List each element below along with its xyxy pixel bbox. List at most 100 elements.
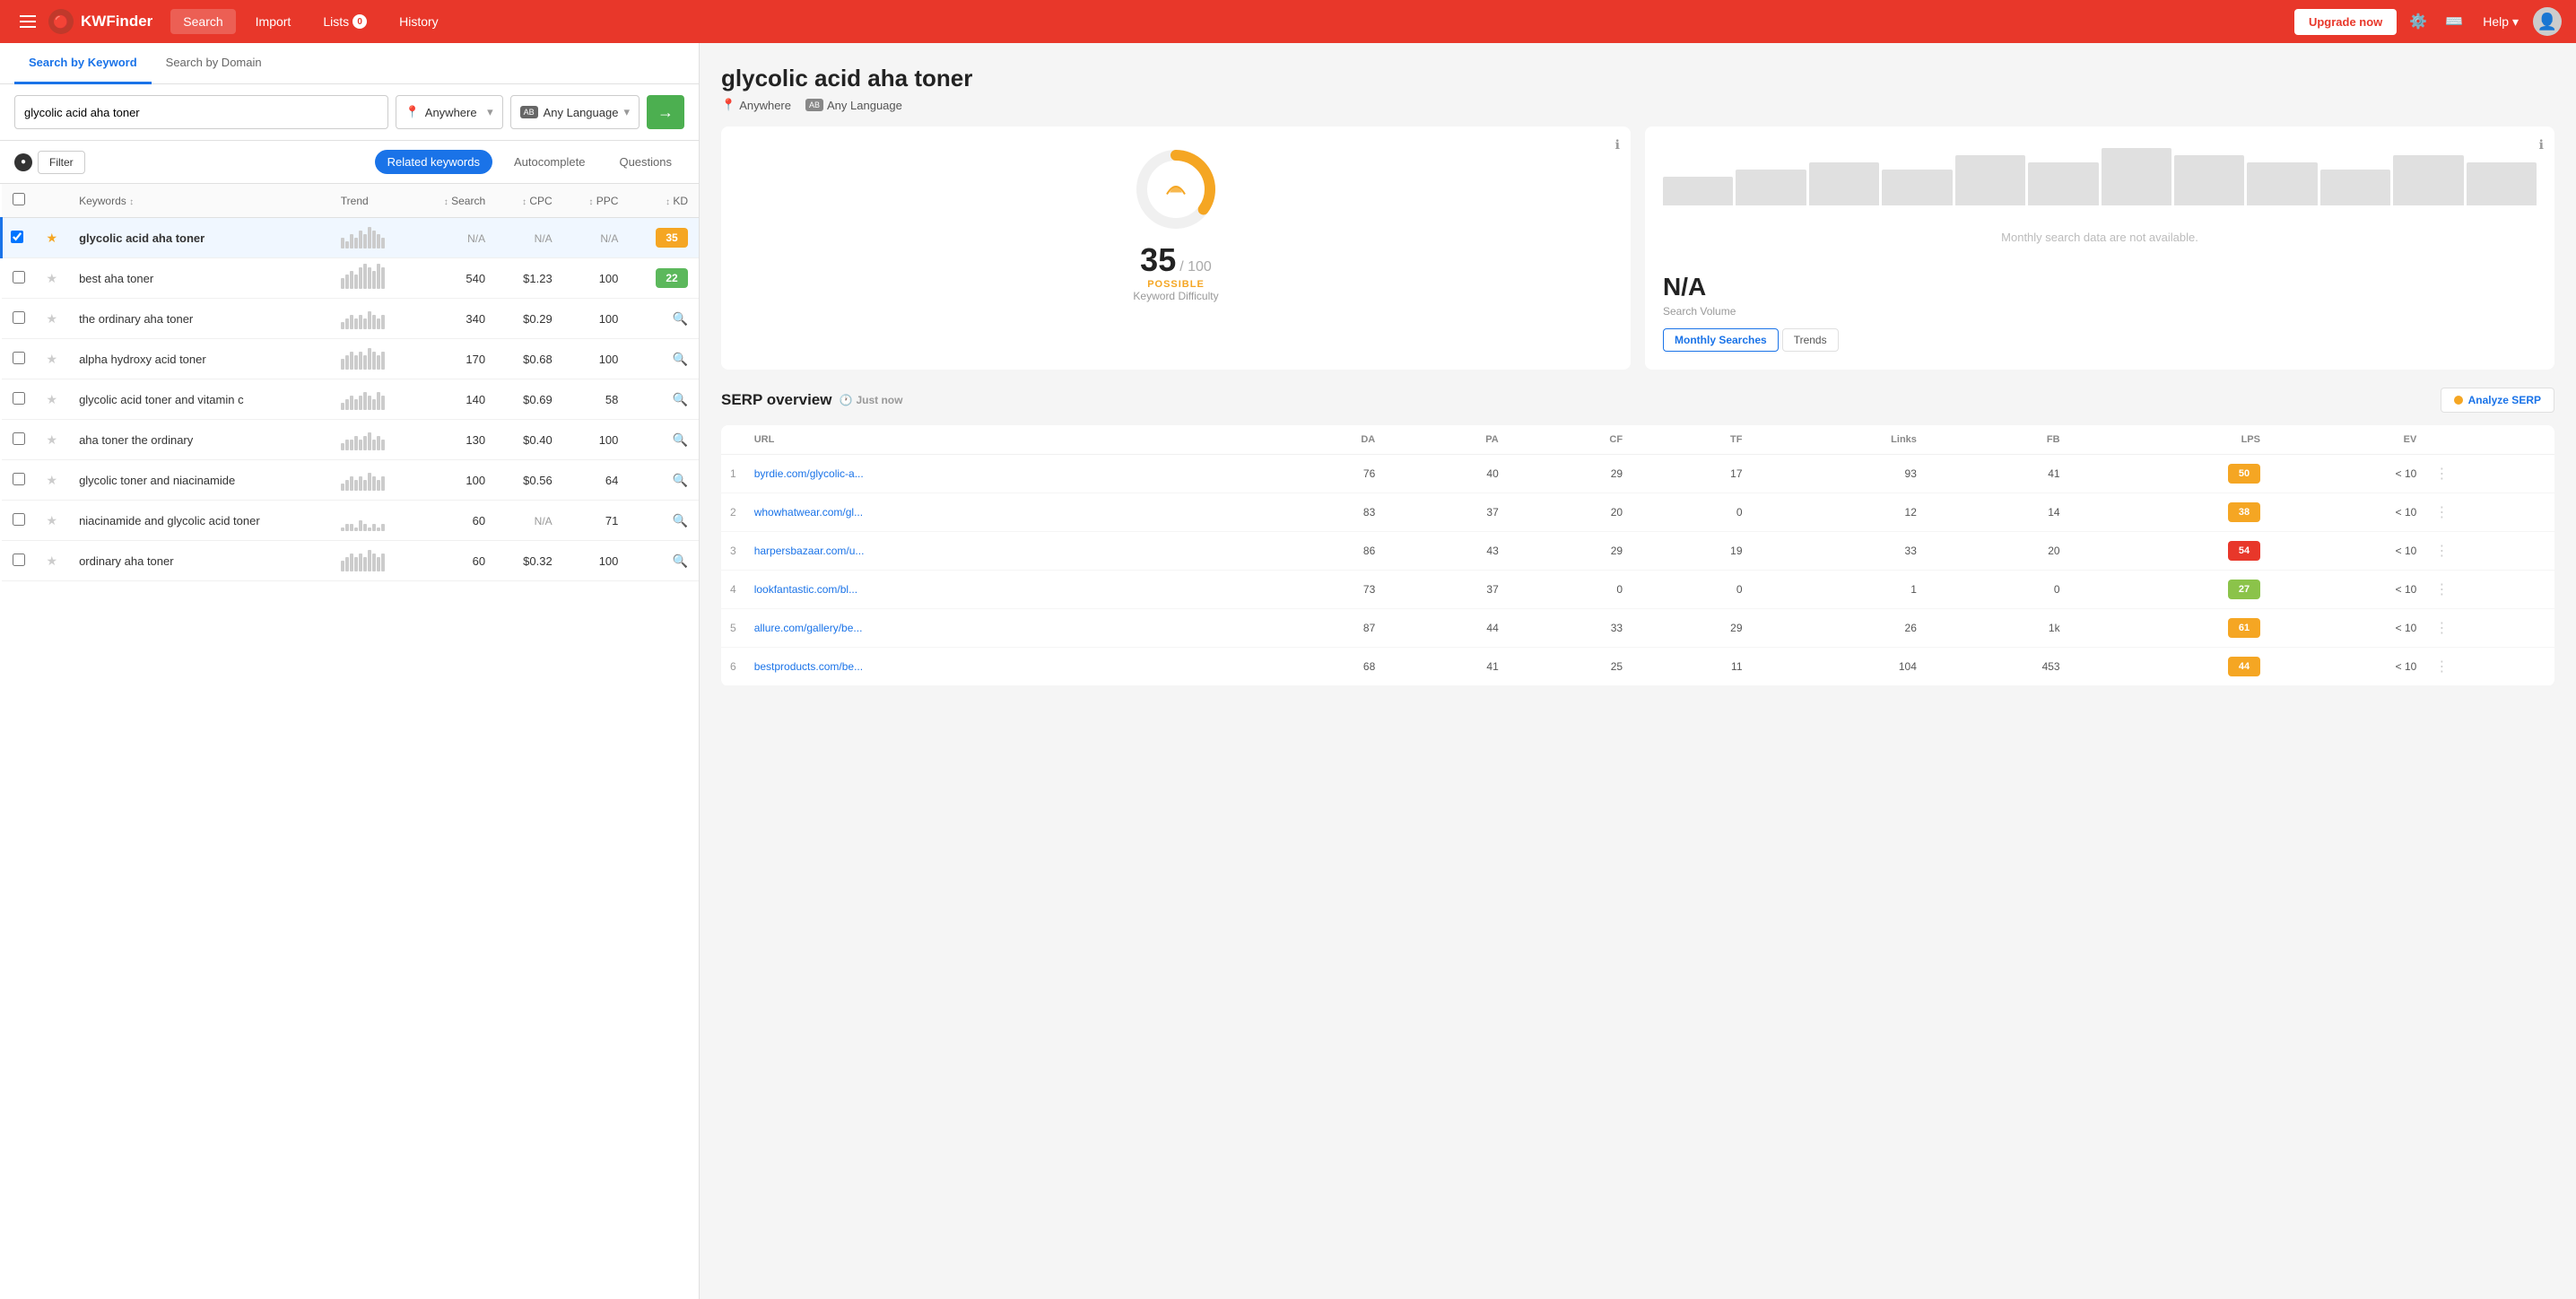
vol-info-icon[interactable]: ℹ <box>2539 137 2544 153</box>
td-star[interactable]: ★ <box>36 218 69 258</box>
nav-lists[interactable]: Lists 0 <box>310 9 379 34</box>
tab-keyword[interactable]: Search by Keyword <box>14 43 152 84</box>
star-icon[interactable]: ★ <box>47 513 58 527</box>
star-icon[interactable]: ★ <box>47 271 58 285</box>
kd-search-icon[interactable]: 🔍 <box>673 473 688 487</box>
td-checkbox[interactable] <box>2 339 36 379</box>
search-button[interactable]: → <box>647 95 684 129</box>
row-menu-icon[interactable]: ⋮ <box>2434 466 2449 482</box>
filter-button[interactable]: Filter <box>38 151 85 174</box>
search-input-wrap[interactable] <box>14 95 388 129</box>
search-input[interactable] <box>24 106 379 119</box>
nav-history[interactable]: History <box>387 9 451 34</box>
td-menu[interactable]: ⋮ <box>2425 455 2554 493</box>
td-checkbox[interactable] <box>2 501 36 541</box>
language-select[interactable]: AB Any Language ▾ <box>510 95 640 129</box>
kd-search-icon[interactable]: 🔍 <box>673 513 688 527</box>
td-url[interactable]: whowhatwear.com/gl... <box>745 493 1256 532</box>
row-menu-icon[interactable]: ⋮ <box>2434 544 2449 559</box>
td-url[interactable]: byrdie.com/glycolic-a... <box>745 455 1256 493</box>
row-checkbox[interactable] <box>13 513 25 526</box>
nav-import[interactable]: Import <box>243 9 304 34</box>
row-checkbox[interactable] <box>13 392 25 405</box>
td-checkbox[interactable] <box>2 460 36 501</box>
td-star[interactable]: ★ <box>36 541 69 581</box>
td-star[interactable]: ★ <box>36 501 69 541</box>
row-menu-icon[interactable]: ⋮ <box>2434 659 2449 675</box>
ppc-sort-icon[interactable]: ↕ <box>588 197 593 207</box>
keyboard-icon[interactable]: ⌨️ <box>2440 7 2468 36</box>
td-star[interactable]: ★ <box>36 299 69 339</box>
td-star[interactable]: ★ <box>36 339 69 379</box>
star-icon[interactable]: ★ <box>47 352 58 366</box>
row-menu-icon[interactable]: ⋮ <box>2434 621 2449 636</box>
td-star[interactable]: ★ <box>36 460 69 501</box>
nav-search[interactable]: Search <box>170 9 235 34</box>
vol-tab-monthly[interactable]: Monthly Searches <box>1663 328 1779 352</box>
td-url[interactable]: lookfantastic.com/bl... <box>745 571 1256 609</box>
serp-url-link[interactable]: byrdie.com/glycolic-a... <box>754 467 864 480</box>
row-checkbox[interactable] <box>13 352 25 364</box>
td-menu[interactable]: ⋮ <box>2425 648 2554 686</box>
td-url[interactable]: harpersbazaar.com/u... <box>745 532 1256 571</box>
kd-search-icon[interactable]: 🔍 <box>673 392 688 406</box>
vol-tab-trends[interactable]: Trends <box>1782 328 1839 352</box>
td-checkbox[interactable] <box>2 258 36 299</box>
filter-tab-questions[interactable]: Questions <box>606 150 684 174</box>
keywords-sort-icon[interactable]: ↕ <box>129 197 134 207</box>
td-checkbox[interactable] <box>2 299 36 339</box>
serp-url-link[interactable]: harpersbazaar.com/u... <box>754 545 865 557</box>
td-url[interactable]: allure.com/gallery/be... <box>745 609 1256 648</box>
td-star[interactable]: ★ <box>36 379 69 420</box>
search-sort-icon[interactable]: ↕ <box>444 197 448 207</box>
help-menu[interactable]: Help ▾ <box>2476 9 2526 35</box>
td-star[interactable]: ★ <box>36 420 69 460</box>
row-checkbox[interactable] <box>13 554 25 566</box>
star-icon[interactable]: ★ <box>47 311 58 326</box>
row-menu-icon[interactable]: ⋮ <box>2434 582 2449 597</box>
kd-sort-icon[interactable]: ↕ <box>666 197 670 207</box>
user-avatar[interactable]: 👤 <box>2533 7 2562 36</box>
td-url[interactable]: bestproducts.com/be... <box>745 648 1256 686</box>
filter-tab-autocomplete[interactable]: Autocomplete <box>501 150 598 174</box>
td-star[interactable]: ★ <box>36 258 69 299</box>
row-checkbox[interactable] <box>11 231 23 243</box>
td-checkbox[interactable] <box>2 218 36 258</box>
settings-icon[interactable]: ⚙️ <box>2404 7 2432 36</box>
serp-url-link[interactable]: whowhatwear.com/gl... <box>754 506 863 519</box>
td-menu[interactable]: ⋮ <box>2425 532 2554 571</box>
td-checkbox[interactable] <box>2 379 36 420</box>
row-menu-icon[interactable]: ⋮ <box>2434 505 2449 520</box>
select-all-checkbox[interactable] <box>13 193 25 205</box>
star-icon[interactable]: ★ <box>47 554 58 568</box>
tab-domain[interactable]: Search by Domain <box>152 43 276 84</box>
row-checkbox[interactable] <box>13 432 25 445</box>
serp-url-link[interactable]: lookfantastic.com/bl... <box>754 583 857 596</box>
star-icon[interactable]: ★ <box>47 231 58 245</box>
td-checkbox[interactable] <box>2 541 36 581</box>
td-menu[interactable]: ⋮ <box>2425 493 2554 532</box>
kd-search-icon[interactable]: 🔍 <box>673 352 688 366</box>
row-checkbox[interactable] <box>13 271 25 283</box>
td-menu[interactable]: ⋮ <box>2425 609 2554 648</box>
star-icon[interactable]: ★ <box>47 432 58 447</box>
cpc-sort-icon[interactable]: ↕ <box>522 197 527 207</box>
serp-url-link[interactable]: allure.com/gallery/be... <box>754 622 863 634</box>
star-icon[interactable]: ★ <box>47 392 58 406</box>
row-checkbox[interactable] <box>13 311 25 324</box>
serp-url-link[interactable]: bestproducts.com/be... <box>754 660 863 673</box>
analyze-serp-button[interactable]: Analyze SERP <box>2441 388 2554 413</box>
kd-info-icon[interactable]: ℹ <box>1615 137 1620 153</box>
location-select[interactable]: 📍 Anywhere ▾ <box>396 95 503 129</box>
td-cf: 0 <box>1508 571 1632 609</box>
row-checkbox[interactable] <box>13 473 25 485</box>
upgrade-button[interactable]: Upgrade now <box>2294 9 2397 35</box>
td-checkbox[interactable] <box>2 420 36 460</box>
td-menu[interactable]: ⋮ <box>2425 571 2554 609</box>
kd-search-icon[interactable]: 🔍 <box>673 432 688 447</box>
kd-search-icon[interactable]: 🔍 <box>673 311 688 326</box>
filter-tab-related[interactable]: Related keywords <box>375 150 492 174</box>
star-icon[interactable]: ★ <box>47 473 58 487</box>
kd-search-icon[interactable]: 🔍 <box>673 554 688 568</box>
hamburger-menu[interactable] <box>14 10 41 33</box>
